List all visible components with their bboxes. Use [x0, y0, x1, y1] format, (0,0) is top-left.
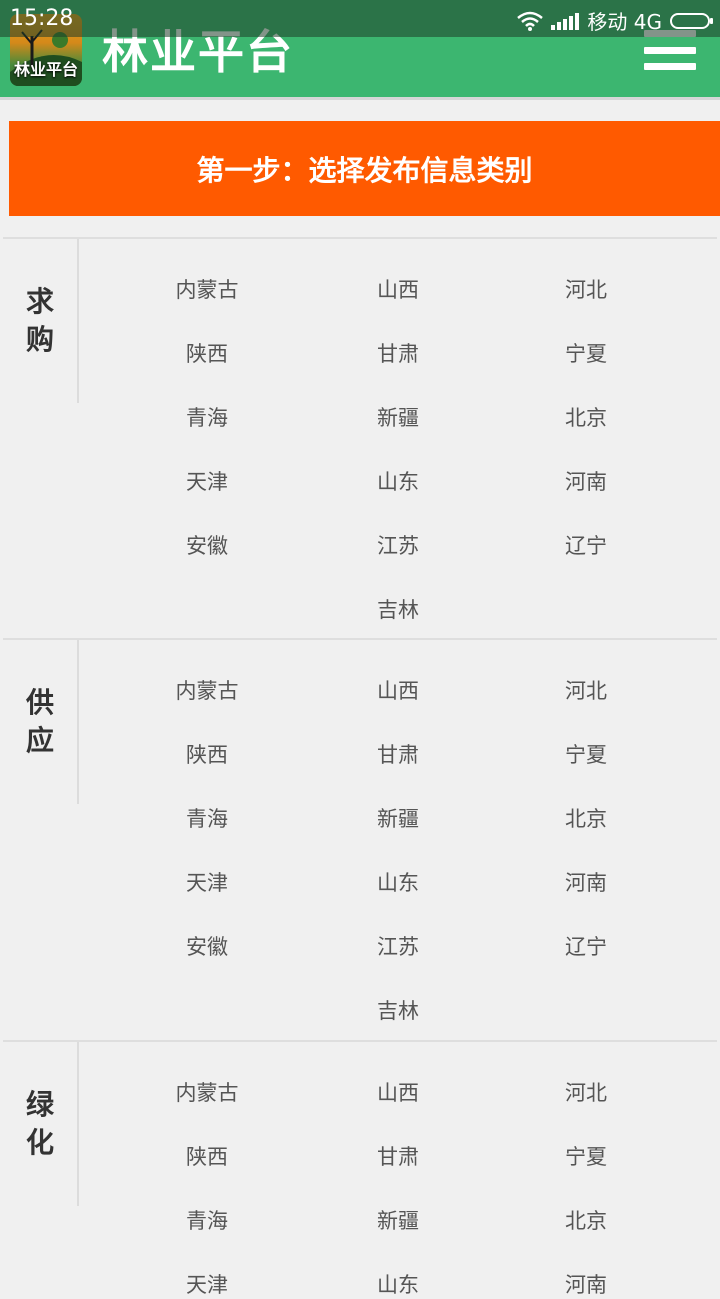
region-link[interactable]: 新疆: [333, 1205, 463, 1235]
region-link[interactable]: 北京: [521, 1205, 651, 1235]
region-link[interactable]: 甘肃: [333, 739, 463, 769]
region-link[interactable]: 山东: [333, 867, 463, 897]
region-link[interactable]: 天津: [142, 466, 272, 496]
region-link[interactable]: 山西: [333, 274, 463, 304]
region-link[interactable]: 甘肃: [333, 338, 463, 368]
region-link[interactable]: 山东: [333, 466, 463, 496]
status-time: 15:28: [10, 6, 74, 31]
region-link[interactable]: 安徽: [142, 931, 272, 961]
region-link[interactable]: 天津: [142, 867, 272, 897]
region-link[interactable]: 河南: [521, 1269, 651, 1299]
region-link[interactable]: 山西: [333, 1077, 463, 1107]
region-link[interactable]: 河南: [521, 867, 651, 897]
region-link[interactable]: 青海: [142, 1205, 272, 1235]
region-link[interactable]: 内蒙古: [142, 274, 272, 304]
region-link[interactable]: 天津: [142, 1269, 272, 1299]
region-link[interactable]: 宁夏: [521, 739, 651, 769]
region-link[interactable]: 江苏: [333, 530, 463, 560]
region-link[interactable]: 甘肃: [333, 1141, 463, 1171]
region-link[interactable]: 青海: [142, 402, 272, 432]
region-link[interactable]: 辽宁: [521, 530, 651, 560]
region-link[interactable]: 陕西: [142, 739, 272, 769]
category-label[interactable]: 绿化: [3, 1042, 79, 1206]
category-section: 绿化 内蒙古 山西 河北陕西 甘肃 宁夏青海 新疆 北京天津 山东 河南: [3, 1040, 717, 1297]
region-link[interactable]: 安徽: [142, 530, 272, 560]
region-link[interactable]: 河北: [521, 274, 651, 304]
region-link[interactable]: 江苏: [333, 931, 463, 961]
battery-icon: [670, 12, 713, 29]
status-bar: 15:28 移动 4G: [0, 0, 720, 37]
region-link[interactable]: 北京: [521, 803, 651, 833]
region-link[interactable]: 陕西: [142, 338, 272, 368]
region-link[interactable]: 山东: [333, 1269, 463, 1299]
region-link[interactable]: 吉林: [333, 995, 463, 1025]
region-link[interactable]: 河北: [521, 675, 651, 705]
region-link[interactable]: 青海: [142, 803, 272, 833]
region-link[interactable]: 吉林: [333, 594, 463, 624]
carrier-label: 移动 4G: [587, 10, 662, 34]
logo-text: 林业平台: [13, 60, 78, 79]
region-link[interactable]: 北京: [521, 402, 651, 432]
region-link[interactable]: 新疆: [333, 803, 463, 833]
region-link[interactable]: 陕西: [142, 1141, 272, 1171]
signal-icon: [551, 12, 580, 30]
region-link[interactable]: 内蒙古: [142, 675, 272, 705]
region-link[interactable]: 宁夏: [521, 338, 651, 368]
category-section: 求购 内蒙古 山西 河北陕西 甘肃 宁夏青海 新疆 北京天津 山东 河南安徽 江苏 辽宁吉林: [3, 237, 717, 638]
category-section: 供应 内蒙古 山西 河北陕西 甘肃 宁夏青海 新疆 北京天津 山东 河南安徽 江苏 辽宁吉林: [3, 638, 717, 1039]
region-link[interactable]: 宁夏: [521, 1141, 651, 1171]
region-link[interactable]: 新疆: [333, 402, 463, 432]
region-link[interactable]: 河南: [521, 466, 651, 496]
category-label[interactable]: 供应: [3, 640, 79, 804]
step-banner: 第一步：选择发布信息类别: [9, 121, 720, 216]
region-link[interactable]: 山西: [333, 675, 463, 705]
region-link[interactable]: 河北: [521, 1077, 651, 1107]
region-link[interactable]: 内蒙古: [142, 1077, 272, 1107]
wifi-icon: [517, 11, 544, 31]
region-link[interactable]: 辽宁: [521, 931, 651, 961]
category-label[interactable]: 求购: [3, 239, 79, 403]
